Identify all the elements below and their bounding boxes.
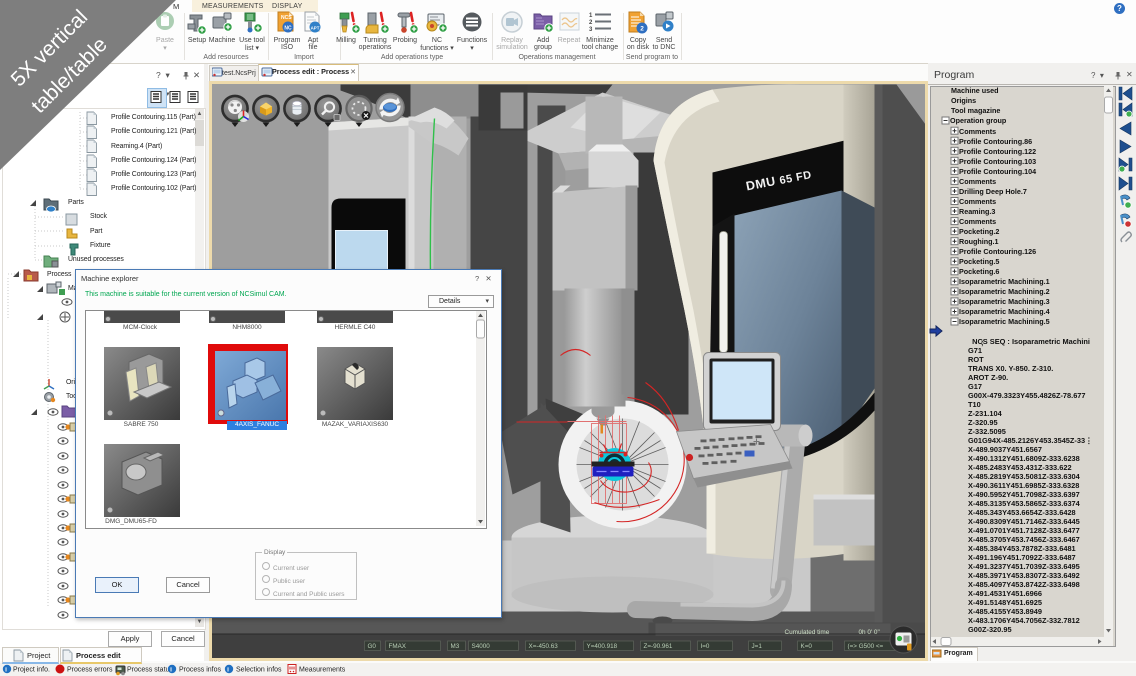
svg-text:(=> G500 <=: (=> G500 <= — [847, 643, 883, 650]
svg-text:M3: M3 — [450, 643, 459, 650]
svg-text:3: 3 — [589, 27, 593, 33]
svg-text:Process status: Process status — [127, 667, 173, 674]
svg-text:Cumulated time: Cumulated time — [784, 629, 829, 636]
svg-text:i: i — [5, 667, 7, 674]
svg-text:2: 2 — [589, 20, 593, 26]
svg-text:1: 1 — [589, 13, 593, 19]
svg-text:NCS: NCS — [281, 15, 292, 21]
svg-text:FMAX: FMAX — [388, 643, 406, 650]
svg-text:0h 0' 0": 0h 0' 0" — [858, 629, 879, 636]
svg-text:Measurements: Measurements — [299, 667, 346, 674]
svg-text:2: 2 — [640, 26, 644, 33]
svg-text:Process infos: Process infos — [179, 667, 222, 674]
svg-text:i: i — [227, 667, 229, 674]
svg-text:Selection infos: Selection infos — [236, 667, 282, 674]
svg-text:S4000: S4000 — [471, 643, 490, 650]
svg-text:i: i — [170, 667, 172, 674]
svg-text:NC: NC — [284, 25, 292, 31]
svg-text:Z=-90.961: Z=-90.961 — [643, 643, 672, 650]
svg-text:I=0: I=0 — [700, 643, 709, 650]
svg-text:Y=400.918: Y=400.918 — [586, 643, 617, 650]
svg-text:X=-450.63: X=-450.63 — [528, 643, 558, 650]
svg-text:;: ; — [981, 338, 983, 347]
svg-text:J=1: J=1 — [751, 643, 762, 650]
svg-text:Process errors: Process errors — [67, 667, 113, 674]
svg-text:G0: G0 — [367, 643, 376, 650]
svg-text:APT: APT — [311, 25, 320, 30]
svg-text:Project info.: Project info. — [13, 667, 50, 674]
svg-text:K=0: K=0 — [800, 643, 812, 650]
